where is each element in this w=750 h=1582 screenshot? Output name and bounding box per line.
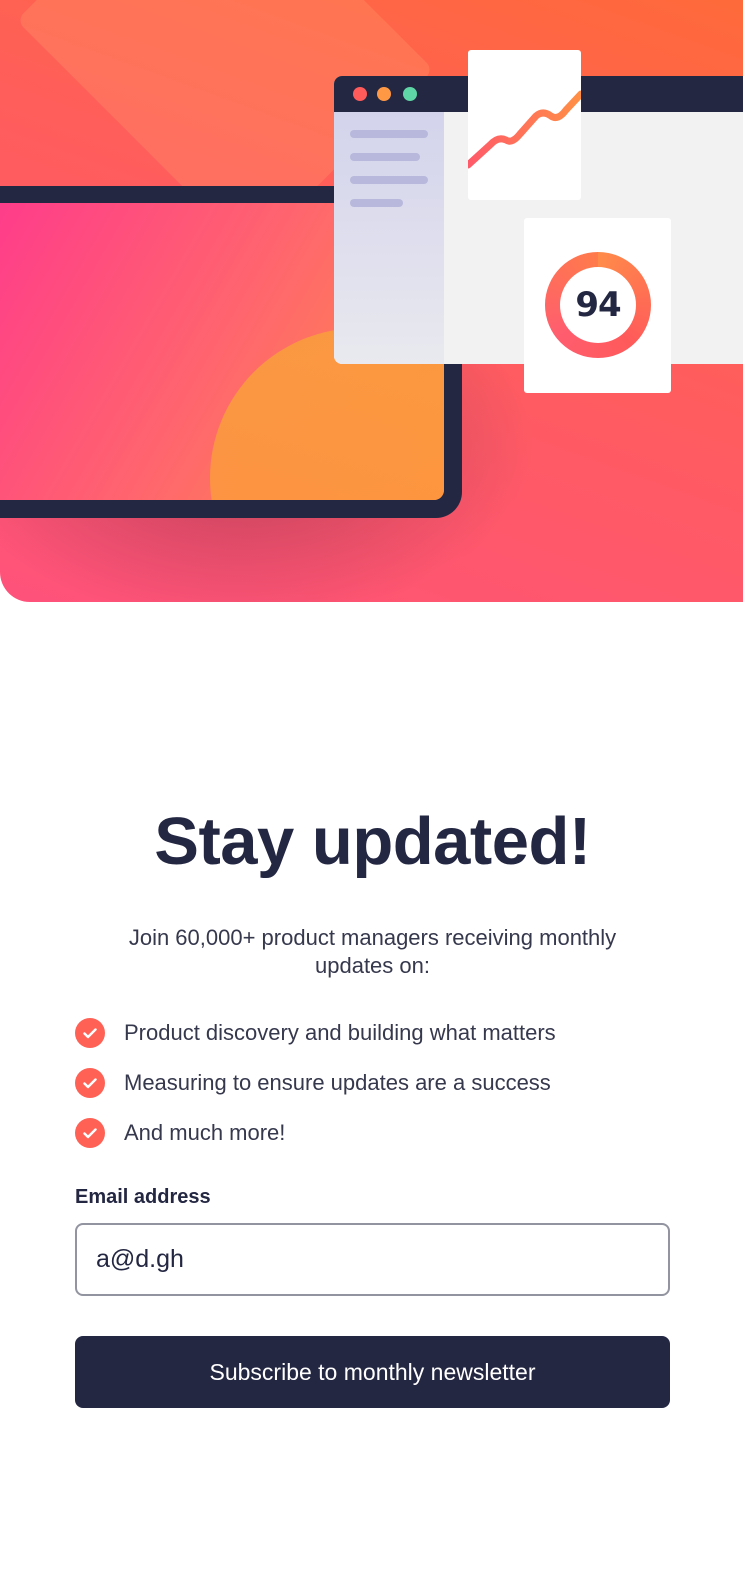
window-maximize-dot-icon — [403, 87, 417, 101]
sidebar-line — [350, 130, 428, 138]
sidebar-line — [350, 199, 403, 207]
list-item: Product discovery and building what matt… — [75, 1008, 670, 1058]
subscribe-button[interactable]: Subscribe to monthly newsletter — [75, 1336, 670, 1408]
checkmark-icon — [75, 1118, 105, 1148]
list-item: And much more! — [75, 1108, 670, 1158]
feature-text: Product discovery and building what matt… — [124, 1020, 556, 1045]
score-value: 94 — [560, 267, 636, 343]
page-title: Stay updated! — [154, 804, 591, 879]
score-card: 94 — [524, 218, 671, 393]
sidebar-line — [350, 176, 428, 184]
feature-text: Measuring to ensure updates are a succes… — [124, 1070, 551, 1095]
list-item: Measuring to ensure updates are a succes… — [75, 1058, 670, 1108]
window-minimize-dot-icon — [377, 87, 391, 101]
sidebar-line — [350, 153, 420, 161]
hero-illustration: 94 — [0, 0, 743, 602]
score-ring-icon: 94 — [545, 252, 651, 358]
checkmark-icon — [75, 1068, 105, 1098]
chart-card — [464, 50, 585, 200]
browser-sidebar — [334, 112, 444, 364]
window-close-dot-icon — [353, 87, 367, 101]
subtitle: Join 60,000+ product managers receiving … — [128, 925, 617, 978]
feature-list: Product discovery and building what matt… — [75, 1008, 670, 1158]
line-chart-icon — [464, 90, 585, 169]
feature-text: And much more! — [124, 1120, 286, 1145]
signup-section: Stay updated! Join 60,000+ product manag… — [75, 800, 670, 1408]
email-label: Email address — [75, 1186, 211, 1208]
email-field[interactable] — [75, 1223, 670, 1296]
checkmark-icon — [75, 1018, 105, 1048]
